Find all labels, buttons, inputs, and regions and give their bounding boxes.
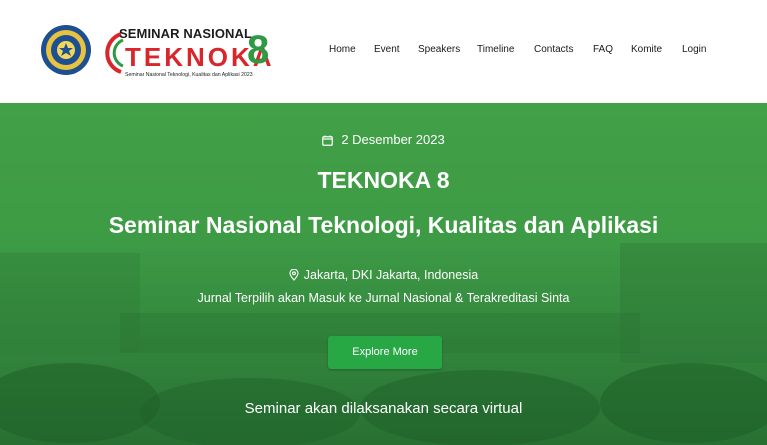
site-header: SEMINAR NASIONAL TEKNOKA 8 Seminar Nasio… <box>0 0 767 103</box>
brand-subtitle: Seminar Nasional Teknologi, Kualitas dan… <box>125 72 253 78</box>
journal-note: Jurnal Terpilih akan Masuk ke Jurnal Nas… <box>197 291 570 305</box>
nav-home[interactable]: Home <box>329 44 356 55</box>
nav-komite[interactable]: Komite <box>631 44 662 55</box>
map-pin-icon <box>289 269 299 281</box>
hero-section: 2 Desember 2023 TEKNOKA 8 Seminar Nasion… <box>0 103 767 445</box>
event-date-row: 2 Desember 2023 <box>0 132 767 147</box>
brand-top-text: SEMINAR NASIONAL <box>119 26 253 41</box>
hero-subtitle: Seminar Nasional Teknologi, Kualitas dan… <box>108 212 659 238</box>
hero-content: 2 Desember 2023 TEKNOKA 8 Seminar Nasion… <box>0 103 767 445</box>
calendar-icon <box>322 135 334 146</box>
nav-speakers[interactable]: Speakers <box>418 44 460 55</box>
nav-event[interactable]: Event <box>374 44 400 55</box>
virtual-note: Seminar akan dilaksanakan secara virtual <box>244 400 523 417</box>
nav-faq[interactable]: FAQ <box>593 44 613 55</box>
event-location-row: Jakarta, DKI Jakarta, Indonesia <box>0 268 767 282</box>
event-location: Jakarta, DKI Jakarta, Indonesia <box>303 268 479 282</box>
nav-timeline[interactable]: Timeline <box>477 44 514 55</box>
hero-title: TEKNOKA 8 <box>317 167 450 193</box>
explore-more-button[interactable]: Explore More <box>328 336 442 369</box>
event-date: 2 Desember 2023 <box>341 132 445 147</box>
nav-login[interactable]: Login <box>682 44 706 55</box>
nav-contacts[interactable]: Contacts <box>534 44 573 55</box>
main-nav: Home Event Speakers Timeline Contacts FA… <box>0 44 767 58</box>
